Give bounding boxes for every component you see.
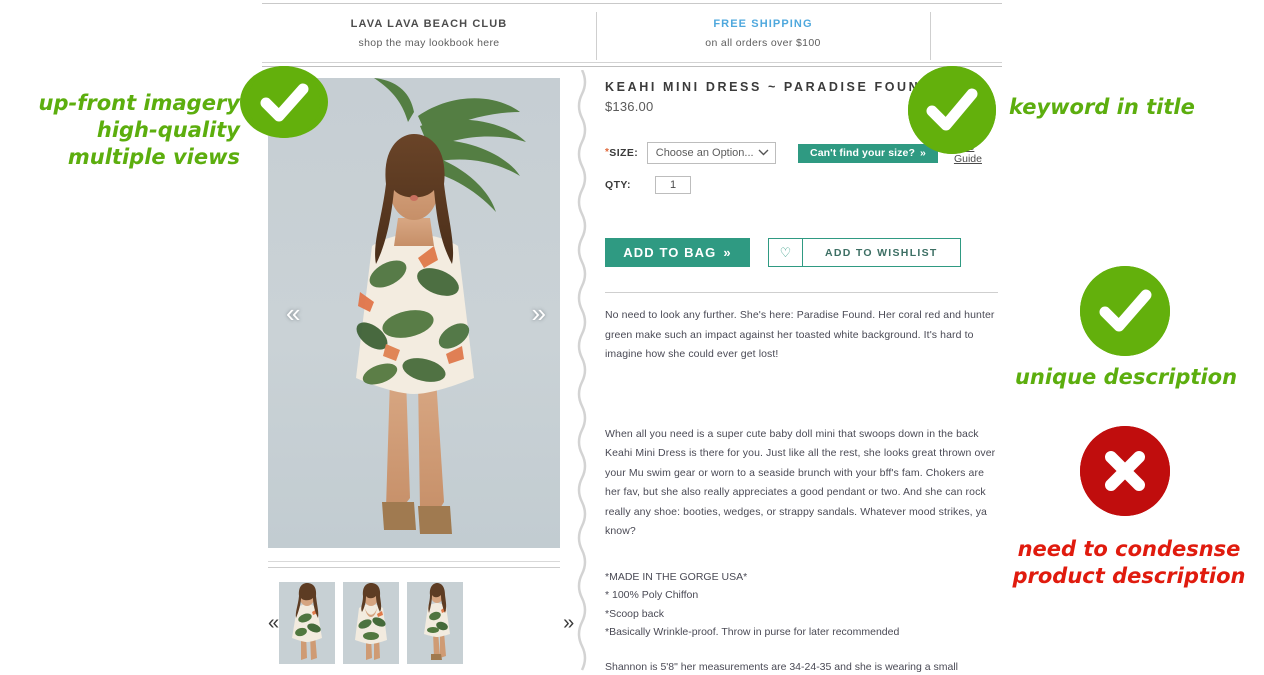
annotation-keyword: keyword in title	[1009, 95, 1195, 119]
thumbnail-back[interactable]	[343, 582, 400, 664]
thumbnail-divider-lower	[268, 567, 560, 568]
chevron-down-icon	[758, 148, 769, 158]
check-mark-glyph	[1080, 266, 1170, 356]
size-select[interactable]: Choose an Option...	[646, 142, 777, 164]
promo-title: FREE SHIPPING	[713, 18, 813, 30]
thumbnail-back-image	[343, 582, 400, 664]
x-mark-glyph	[1080, 426, 1170, 516]
screenshot-root: LAVA LAVA BEACH CLUB shop the may lookbo…	[0, 0, 1264, 675]
check-mark-glyph	[248, 66, 320, 138]
thumbnail-strip	[279, 582, 464, 664]
product-gallery: « » « »	[262, 78, 574, 664]
add-to-bag-button[interactable]: ADD TO BAG »	[605, 238, 750, 267]
add-to-bag-label: ADD TO BAG	[623, 245, 717, 260]
size-select-value: Choose an Option...	[655, 147, 754, 159]
hero-prev-arrow[interactable]: «	[286, 300, 300, 326]
thumbnail-front-image	[279, 582, 336, 664]
quantity-input[interactable]: 1	[655, 176, 691, 194]
spec-line: * 100% Poly Chiffon	[605, 589, 699, 601]
cta-row: ADD TO BAG » ♡ ADD TO WISHLIST	[605, 238, 1005, 267]
check-mark-glyph	[908, 66, 996, 154]
annotation-unique-description: unique description	[1014, 365, 1238, 389]
description-paragraph-2: When all you need is a super cute baby d…	[605, 427, 996, 538]
thumbnail-prev-arrow[interactable]: «	[268, 613, 279, 633]
thumbnail-next-arrow[interactable]: »	[563, 613, 574, 633]
spec-line: *MADE IN THE GORGE USA*	[605, 570, 748, 583]
product-details: KEAHI MINI DRESS ~ PARADISE FOUND $136.0…	[605, 78, 1005, 675]
annotation-condense: need to condesnse product description	[1012, 537, 1246, 588]
x-circle-icon-condense	[1080, 426, 1170, 516]
hero-next-arrow[interactable]: »	[532, 300, 546, 326]
size-label: *SIZE:	[605, 147, 647, 159]
quantity-label: QTY:	[605, 179, 631, 191]
description-divider	[605, 292, 998, 293]
store-product-page: LAVA LAVA BEACH CLUB shop the may lookbo…	[262, 0, 1264, 675]
promo-cell-lava-lava[interactable]: LAVA LAVA BEACH CLUB shop the may lookbo…	[262, 16, 596, 52]
thumbnail-front[interactable]	[279, 582, 336, 664]
thumbnail-carousel: « »	[268, 578, 574, 668]
promo-title: LAVA LAVA BEACH CLUB	[350, 18, 508, 30]
hero-image[interactable]: « »	[268, 78, 560, 548]
thumbnail-divider-upper	[268, 561, 560, 562]
quantity-row: QTY: 1	[605, 176, 1005, 194]
promo-cell-free-shipping[interactable]: FREE SHIPPING on all orders over $100	[596, 12, 930, 60]
product-photo-main	[268, 78, 560, 548]
wavy-column-divider	[574, 70, 590, 675]
description-paragraph-1: No need to look any further. She's here:…	[605, 309, 995, 360]
promo-subtitle: on all orders over $100	[705, 37, 821, 49]
size-label-text: SIZE:	[609, 147, 639, 159]
annotation-imagery: up-front imagery high-quality multiple v…	[38, 91, 241, 169]
double-chevron-right-icon: »	[723, 245, 732, 260]
thumbnail-side-image	[407, 582, 464, 664]
spec-line: *Scoop back	[605, 607, 664, 620]
measurement-line: Shannon is 5'8" her measurements are 34-…	[605, 660, 959, 673]
heart-icon[interactable]: ♡	[769, 239, 803, 266]
check-circle-icon-imagery	[240, 66, 328, 138]
cant-find-size-label: Can't find your size?	[810, 147, 915, 159]
product-description: No need to look any further. She's here:…	[605, 306, 998, 675]
add-to-wishlist-button[interactable]: ADD TO WISHLIST	[803, 239, 960, 266]
wishlist-group: ♡ ADD TO WISHLIST	[768, 238, 961, 267]
check-circle-icon-description	[1080, 266, 1170, 356]
spec-line: *Basically Wrinkle-proof. Throw in purse…	[605, 626, 900, 638]
wavy-divider-graphic	[577, 70, 587, 671]
thumbnail-side[interactable]	[407, 582, 464, 664]
check-circle-icon-keyword	[908, 66, 996, 154]
promo-subtitle: shop the may lookbook here	[358, 37, 500, 49]
